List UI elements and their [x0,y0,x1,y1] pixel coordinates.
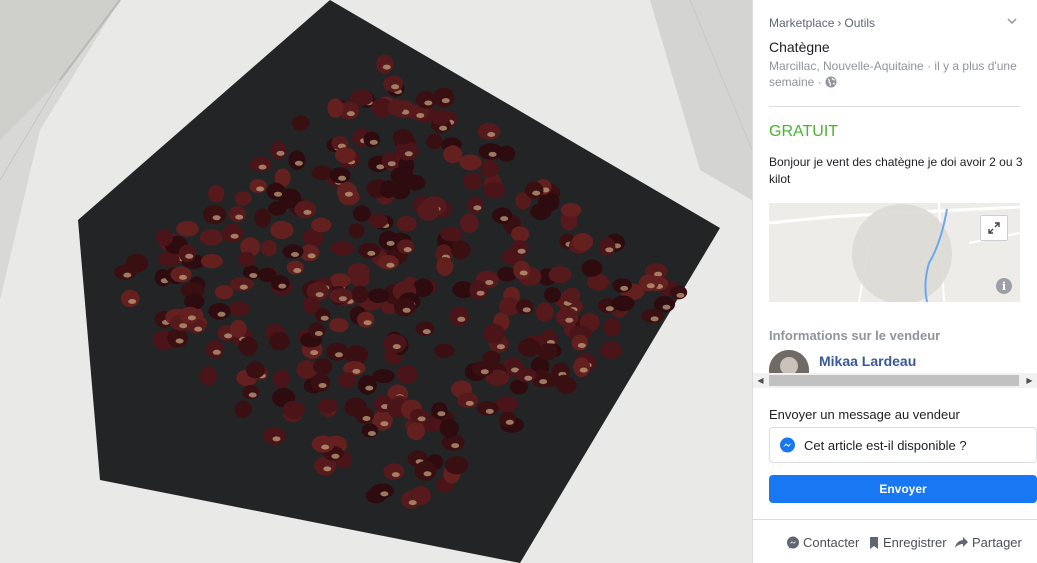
messenger-icon [780,437,795,453]
location-text: Marcillac, Nouvelle-Aquitaine · il y a p… [769,59,1017,89]
listing-location: Marcillac, Nouvelle-Aquitaine · il y a p… [769,58,1024,90]
globe-icon [825,76,837,88]
save-button[interactable]: Enregistrer [868,535,947,550]
scroll-left-icon[interactable]: ◀ [753,373,768,388]
listing-price: GRATUIT [769,123,839,140]
breadcrumb-separator: › [837,16,842,30]
message-heading: Envoyer un message au vendeur [769,407,960,422]
divider [753,519,1037,520]
bookmark-icon [870,536,878,549]
avatar[interactable] [769,350,809,374]
location-map[interactable]: i [769,203,1020,302]
message-input[interactable]: Cet article est-il disponible ? [769,427,1037,463]
contact-label: Contacter [803,535,860,550]
breadcrumb: Marketplace › Outils [769,16,875,30]
save-label: Enregistrer [883,535,947,550]
listing-sidebar: Marketplace › Outils Chatègne Marcillac, N… [752,0,1037,563]
scrollbar-thumb[interactable] [769,375,1019,386]
chevron-down-icon[interactable] [1006,15,1020,29]
listing-title: Chatègne [769,39,830,55]
expand-icon [988,222,1000,234]
divider [769,106,1020,107]
info-icon[interactable]: i [996,278,1012,294]
listing-photo[interactable] [0,0,752,563]
message-input-value: Cet article est-il disponible ? [804,438,967,453]
listing-description: Bonjour je vent des chatègne je doi avoi… [769,155,1023,186]
send-button[interactable]: Envoyer [769,475,1037,503]
expand-map-button[interactable] [980,215,1008,241]
breadcrumb-category[interactable]: Outils [844,16,875,30]
contact-button[interactable]: Contacter [786,535,859,550]
seller-info-heading: Informations sur le vendeur [769,328,941,343]
scroll-right-icon[interactable]: ▶ [1022,373,1037,388]
chestnuts-photo [0,0,752,563]
breadcrumb-marketplace[interactable]: Marketplace [769,16,834,30]
share-button[interactable]: Partager [954,535,1022,550]
horizontal-scrollbar[interactable]: ◀ ▶ [753,373,1037,388]
listing-details-pane[interactable]: Marketplace › Outils Chatègne Marcillac, N… [753,0,1037,374]
messenger-icon [787,536,799,549]
seller-name[interactable]: Mikaa Lardeau [819,353,916,369]
share-label: Partager [972,535,1022,550]
action-bar: Contacter Enregistrer Partager [753,535,1037,553]
share-icon [955,537,968,548]
